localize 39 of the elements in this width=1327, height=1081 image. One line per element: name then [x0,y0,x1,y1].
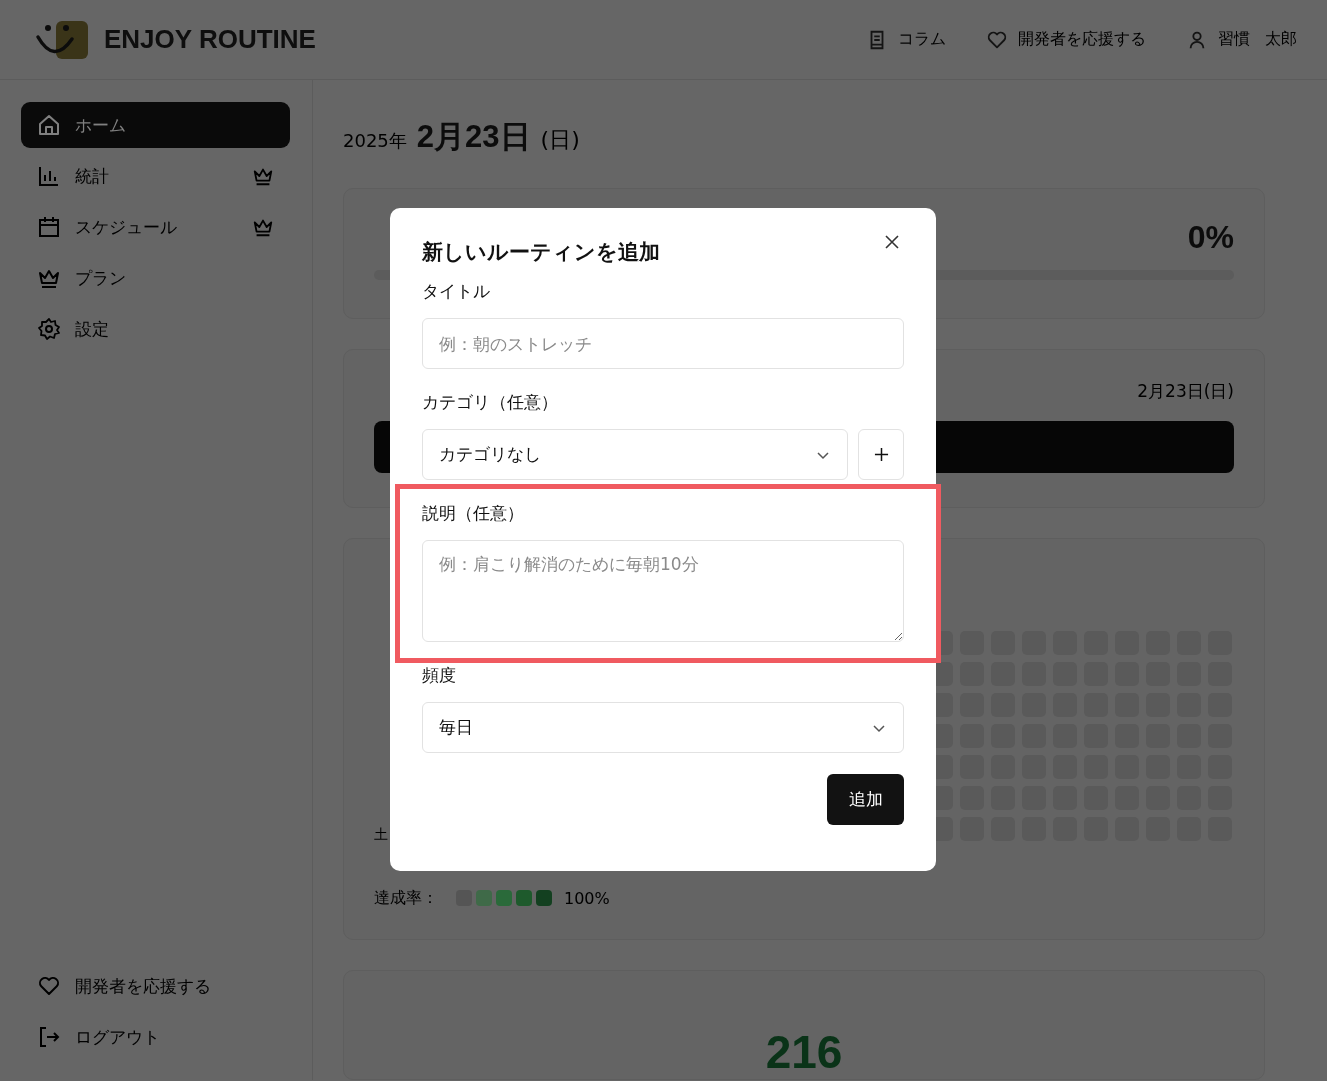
sidebar-item[interactable]: ログアウト [21,1014,290,1060]
legend-label: 達成率： [374,887,438,909]
nav-link[interactable]: 開発者を応援する [985,28,1146,51]
sidebar-item[interactable]: 開発者を応援する [21,963,290,1009]
select-field[interactable]: 毎日 [422,702,904,753]
sidebar-item[interactable]: プラン [21,255,290,301]
user-menu[interactable]: 習慣 太郎 [1185,28,1297,51]
field-label: 説明（任意） [422,502,525,525]
legend-max: 100% [564,888,610,908]
heart-icon [37,974,61,998]
sidebar-item[interactable]: ホーム [21,102,290,148]
input-field[interactable]: 例：朝のストレッチ [422,318,904,369]
sidebar-item[interactable]: スケジュール [21,204,290,250]
field-label: 頻度 [422,664,457,687]
date-heading: 2月23日 [416,118,531,156]
weekday-text: (日) [540,126,580,154]
field-label: タイトル [422,280,491,303]
modal-title: 新しいルーティンを追加 [422,239,660,266]
home-icon [37,113,61,137]
logo-text: ENJOY ROUTINE [104,24,316,55]
percent-text: 0% [1187,219,1234,256]
select-field[interactable]: カテゴリなし [422,429,848,480]
year-text: 2025年 [343,129,407,153]
gear-icon [37,317,61,341]
bar-chart-icon [37,164,61,188]
close-icon [884,234,900,250]
nav-link[interactable]: コラム [865,28,946,51]
plus-icon [873,447,889,462]
logout-icon [37,1025,61,1049]
weekday-label: 土 [374,825,389,844]
sidebar-item[interactable]: 統計 [21,153,290,199]
stat-value: 216 [765,1025,843,1079]
field-label: カテゴリ（任意） [422,391,559,414]
today-date: 2月23日(日) [1137,380,1234,404]
calendar-icon [37,215,61,239]
sidebar-item[interactable]: 設定 [21,306,290,352]
submit-button[interactable]: 追加 [827,774,904,825]
textarea-field[interactable]: 例：肩こり解消のために毎朝10分 [422,540,904,642]
smiley-logo-icon [34,18,90,61]
